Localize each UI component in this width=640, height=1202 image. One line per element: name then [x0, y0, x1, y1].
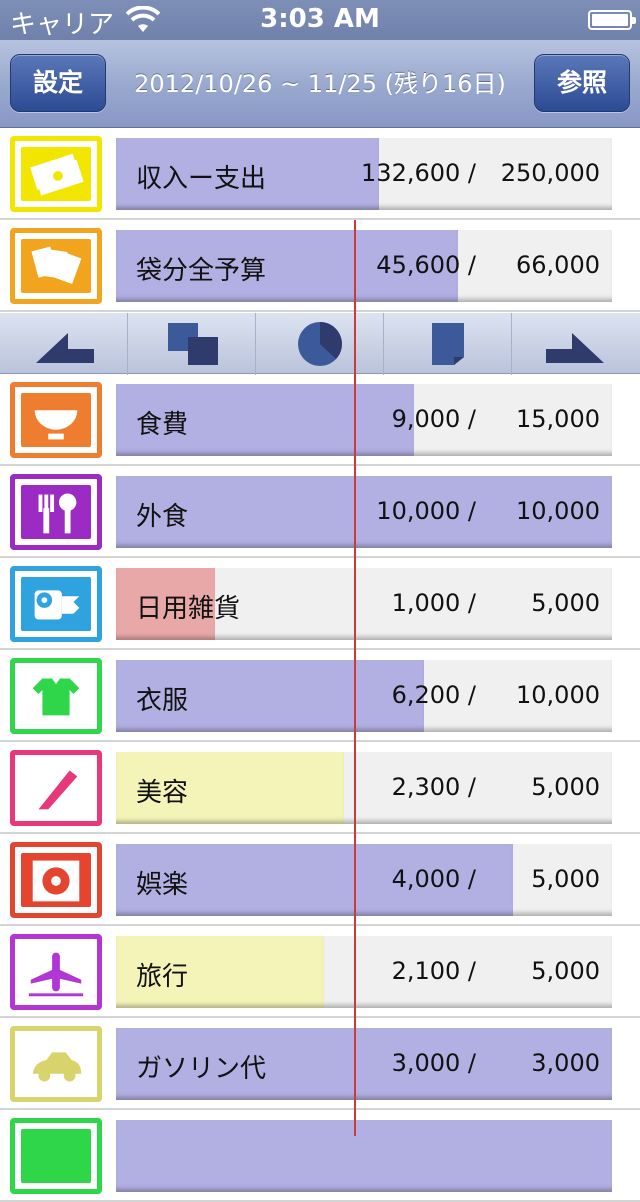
nav-bar: 設定 2012/10/26 ~ 11/25 (残り16日) 参照: [0, 40, 640, 128]
compare-view-button[interactable]: [128, 313, 256, 375]
budget-amount: 10,000: [516, 497, 600, 525]
category-label: 収入ー支出: [136, 164, 267, 194]
car-icon: [32, 1052, 82, 1082]
cutlery-icon: [38, 493, 77, 534]
left-triangle-icon: [36, 333, 94, 363]
budget-amount: 5,000: [531, 957, 600, 985]
category-icon[interactable]: [10, 1026, 102, 1102]
budget-row[interactable]: [0, 1110, 640, 1202]
budget-bar: ガソリン代 3,000 / 3,000: [116, 1028, 612, 1100]
budget-bar: 日用雑貨 1,000 / 5,000: [116, 568, 612, 640]
category-icon[interactable]: [10, 750, 102, 826]
tshirt-icon: [32, 678, 80, 716]
used-amount: 6,200 /: [391, 681, 476, 709]
category-label: 袋分全予算: [136, 256, 267, 286]
cd-icon: [32, 860, 80, 902]
battery-icon: [588, 10, 636, 30]
used-amount: 2,100 /: [391, 957, 476, 985]
budget-bar: 袋分全予算 45,600 / 66,000: [116, 230, 612, 302]
razor-icon: [38, 770, 78, 810]
budget-bar: 収入ー支出 132,600 / 250,000: [116, 138, 612, 210]
budget-row[interactable]: 日用雑貨 1,000 / 5,000: [0, 558, 640, 650]
category-icon[interactable]: [10, 842, 102, 918]
category-icon[interactable]: [10, 136, 102, 212]
page-view-button[interactable]: [384, 313, 512, 375]
budget-bar: 外食 10,000 / 10,000: [116, 476, 612, 548]
category-icon[interactable]: [10, 1118, 102, 1194]
budget-amount: 15,000: [516, 405, 600, 433]
category-label: ガソリン代: [136, 1054, 267, 1084]
category-label: 美容: [136, 778, 189, 808]
airplane-icon: [28, 952, 84, 997]
budget-amount: 3,000: [531, 1049, 600, 1077]
prev-view-button[interactable]: [0, 313, 128, 375]
budget-row[interactable]: 旅行 2,100 / 5,000: [0, 926, 640, 1018]
rice-bowl-icon: [34, 410, 78, 440]
pie-chart-icon: [298, 322, 342, 366]
budget-bar: 娯楽 4,000 / 5,000: [116, 844, 612, 916]
next-view-button[interactable]: [512, 313, 640, 375]
right-triangle-icon: [546, 333, 604, 363]
budget-row[interactable]: 袋分全予算 45,600 / 66,000: [0, 220, 640, 312]
budget-bar: 美容 2,300 / 5,000: [116, 752, 612, 824]
category-label: 衣服: [136, 686, 189, 716]
used-amount: 45,600 /: [376, 251, 476, 279]
budget-amount: 5,000: [531, 589, 600, 617]
budget-bar: 旅行 2,100 / 5,000: [116, 936, 612, 1008]
status-bar: キャリア 3:03 AM: [0, 0, 640, 40]
used-amount: 10,000 /: [376, 497, 476, 525]
budget-row[interactable]: 美容 2,300 / 5,000: [0, 742, 640, 834]
budget-row[interactable]: 食費 9,000 / 15,000: [0, 374, 640, 466]
chart-toolbar: [0, 312, 640, 375]
budget-amount: 5,000: [531, 773, 600, 801]
budget-bar: 衣服 6,200 / 10,000: [116, 660, 612, 732]
period-title: 2012/10/26 ~ 11/25 (残り16日): [134, 70, 506, 98]
budget-bar-fill: [116, 1120, 612, 1192]
category-icon[interactable]: [10, 566, 102, 642]
category-icon[interactable]: [10, 474, 102, 550]
today-marker-line: [354, 220, 356, 1136]
envelopes-icon: [31, 246, 82, 285]
category-label: 娯楽: [136, 870, 189, 900]
budget-row[interactable]: 衣服 6,200 / 10,000: [0, 650, 640, 742]
money-icon: [30, 153, 84, 196]
budget-row[interactable]: 外食 10,000 / 10,000: [0, 466, 640, 558]
used-amount: 2,300 /: [391, 773, 476, 801]
category-icon[interactable]: [10, 934, 102, 1010]
budget-row[interactable]: 収入ー支出 132,600 / 250,000: [0, 128, 640, 220]
budget-amount: 5,000: [531, 865, 600, 893]
overlapping-squares-icon: [168, 323, 218, 365]
category-icon[interactable]: [10, 658, 102, 734]
reference-button[interactable]: 参照: [534, 54, 630, 112]
status-time: 3:03 AM: [260, 4, 380, 34]
budget-bar: [116, 1120, 612, 1192]
category-icon[interactable]: [10, 228, 102, 304]
used-amount: 132,600 /: [361, 159, 476, 187]
toilet-paper-icon: [34, 590, 80, 620]
category-label: 食費: [136, 410, 189, 440]
settings-button[interactable]: 設定: [10, 54, 106, 112]
category-label: 外食: [136, 502, 189, 532]
used-amount: 3,000 /: [391, 1049, 476, 1077]
budget-amount: 250,000: [500, 159, 600, 187]
pie-view-button[interactable]: [256, 313, 384, 375]
used-amount: 9,000 /: [391, 405, 476, 433]
partial-icon: [15, 1123, 97, 1189]
budget-amount: 66,000: [516, 251, 600, 279]
used-amount: 1,000 /: [391, 589, 476, 617]
category-label: 日用雑貨: [136, 594, 241, 624]
budget-amount: 10,000: [516, 681, 600, 709]
used-amount: 4,000 /: [391, 865, 476, 893]
folded-page-icon: [432, 323, 464, 365]
category-label: 旅行: [136, 962, 189, 992]
budget-bar: 食費 9,000 / 15,000: [116, 384, 612, 456]
category-icon[interactable]: [10, 382, 102, 458]
budget-row[interactable]: ガソリン代 3,000 / 3,000: [0, 1018, 640, 1110]
budget-row[interactable]: 娯楽 4,000 / 5,000: [0, 834, 640, 926]
